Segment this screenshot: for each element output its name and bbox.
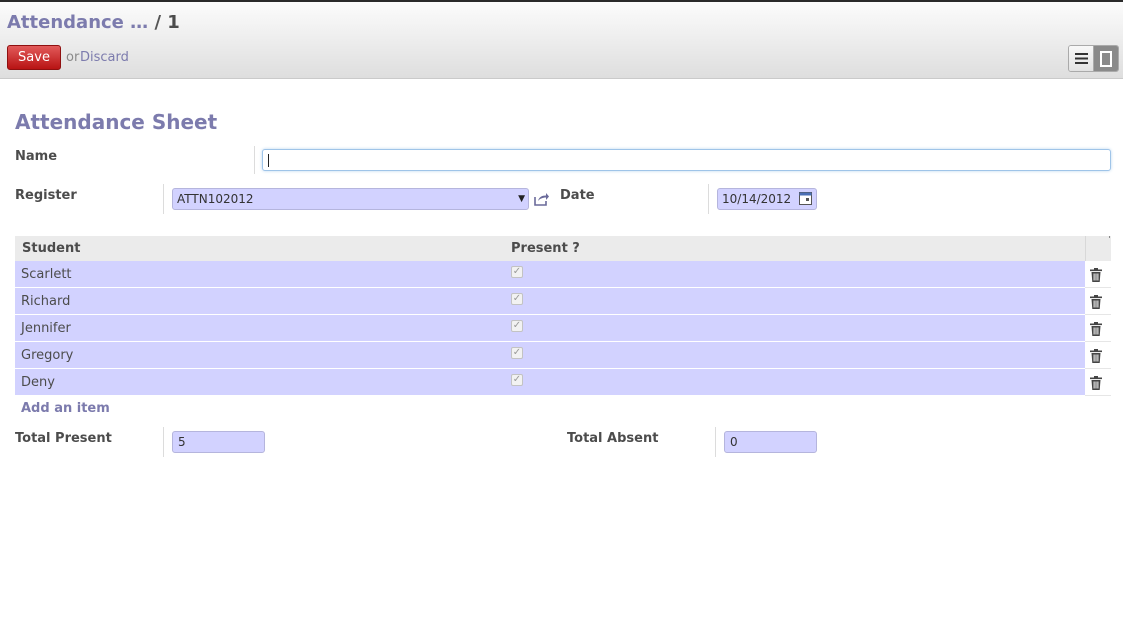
- total-present-label: Total Present: [15, 431, 112, 446]
- or-text: or: [66, 50, 80, 65]
- discard-link[interactable]: Discard: [80, 50, 129, 65]
- student-name: Scarlett: [21, 267, 72, 282]
- total-present-value: 5: [178, 435, 186, 449]
- list-view-button[interactable]: [1069, 46, 1094, 71]
- register-label: Register: [15, 188, 77, 203]
- corner-mark: [1109, 236, 1110, 238]
- form-view-icon: [1100, 50, 1112, 67]
- present-checkbox[interactable]: ✓: [511, 347, 523, 359]
- total-absent-value: 0: [730, 435, 738, 449]
- present-checkbox[interactable]: ✓: [511, 293, 523, 305]
- row-background: [15, 288, 1085, 315]
- student-name: Gregory: [21, 348, 74, 363]
- breadcrumb-current: 1: [167, 12, 180, 33]
- trash-icon[interactable]: [1090, 268, 1102, 282]
- breadcrumb-separator: /: [154, 12, 162, 33]
- name-label-separator: [254, 146, 255, 174]
- dropdown-arrow-icon: ▼: [518, 194, 525, 204]
- student-name: Richard: [21, 294, 71, 309]
- trash-icon[interactable]: [1090, 349, 1102, 363]
- register-value: ATTN102012: [177, 192, 254, 206]
- row-background: [15, 315, 1085, 342]
- total-absent-label: Total Absent: [567, 431, 659, 446]
- register-label-separator: [163, 184, 164, 214]
- calendar-icon[interactable]: [799, 192, 812, 205]
- breadcrumb: Attendance … / 1: [7, 12, 180, 33]
- row-background: [15, 342, 1085, 369]
- trash-icon[interactable]: [1090, 322, 1102, 336]
- column-header-present[interactable]: Present ?: [511, 241, 580, 256]
- date-label-separator: [708, 184, 709, 214]
- student-name: Jennifer: [21, 321, 71, 336]
- column-header-student[interactable]: Student: [22, 241, 80, 256]
- row-divider: [1085, 395, 1111, 396]
- table-row[interactable]: Jennifer ✓: [15, 315, 1111, 342]
- view-switcher: [1068, 45, 1119, 72]
- total-absent-separator: [715, 427, 716, 457]
- table-row[interactable]: Richard ✓: [15, 288, 1111, 315]
- total-present-field[interactable]: 5: [172, 431, 265, 453]
- trash-icon[interactable]: [1090, 295, 1102, 309]
- action-column-divider: [1085, 236, 1086, 261]
- name-input[interactable]: [262, 149, 1111, 171]
- row-background: [15, 261, 1085, 288]
- external-link-icon[interactable]: [533, 191, 550, 207]
- present-checkbox[interactable]: ✓: [511, 374, 523, 386]
- add-item-link[interactable]: Add an item: [21, 401, 110, 416]
- table-row[interactable]: Gregory ✓: [15, 342, 1111, 369]
- total-absent-field[interactable]: 0: [724, 431, 817, 453]
- list-view-icon: [1074, 53, 1088, 64]
- row-background: [15, 369, 1085, 396]
- present-checkbox[interactable]: ✓: [511, 266, 523, 278]
- table-row[interactable]: Scarlett ✓: [15, 261, 1111, 288]
- present-checkbox[interactable]: ✓: [511, 320, 523, 332]
- sheet-title: Attendance Sheet: [15, 110, 218, 134]
- student-name: Deny: [21, 375, 55, 390]
- date-value: 10/14/2012: [722, 192, 792, 206]
- table-header: Student Present ?: [15, 236, 1111, 261]
- trash-icon[interactable]: [1090, 376, 1102, 390]
- save-button[interactable]: Save: [7, 45, 61, 70]
- control-panel: Attendance … / 1 Save or Discard: [0, 2, 1123, 79]
- attendance-table: Student Present ? Scarlett ✓ Richard ✓ J…: [15, 236, 1111, 396]
- register-select[interactable]: ATTN102012 ▼: [172, 188, 529, 210]
- date-label: Date: [560, 188, 595, 203]
- name-label: Name: [15, 149, 58, 164]
- table-row[interactable]: Deny ✓: [15, 369, 1111, 396]
- total-present-separator: [163, 427, 164, 457]
- text-caret: [268, 154, 269, 167]
- breadcrumb-parent-link[interactable]: Attendance …: [7, 12, 148, 33]
- date-input[interactable]: 10/14/2012: [717, 188, 817, 210]
- form-view-button[interactable]: [1094, 46, 1118, 71]
